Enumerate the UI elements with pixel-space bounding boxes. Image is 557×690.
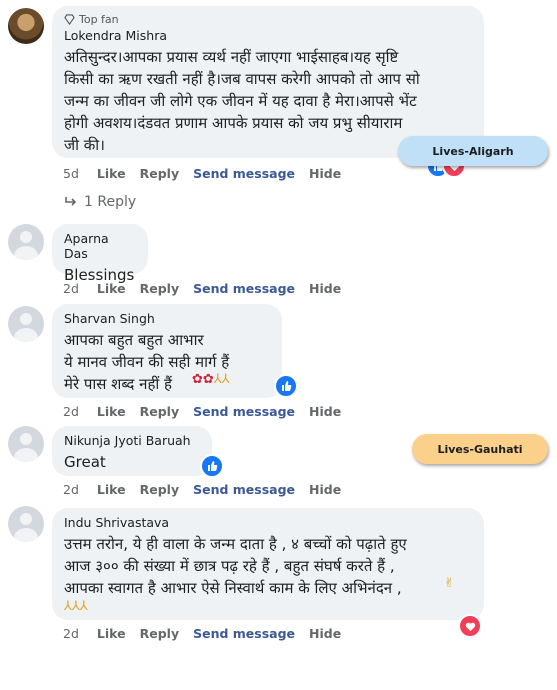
reply-link[interactable]: Reply: [140, 404, 179, 419]
avatar[interactable]: [8, 506, 44, 542]
comment-bubble: Aparna Das Blessings: [52, 224, 148, 284]
avatar[interactable]: [8, 224, 44, 260]
like-reaction-icon[interactable]: [274, 374, 298, 398]
comment-actions: 5d Like Reply Send message Hide: [63, 166, 355, 181]
hide-link[interactable]: Hide: [309, 482, 341, 497]
comment-actions: 2d Like Reply Send message Hide: [63, 626, 355, 641]
folded-hands-icon: ⅄: [79, 599, 88, 614]
avatar[interactable]: [8, 8, 44, 44]
like-link[interactable]: Like: [97, 482, 126, 497]
comment-author[interactable]: Lokendra Mishra: [64, 28, 472, 43]
send-message-link[interactable]: Send message: [193, 166, 295, 181]
like-link[interactable]: Like: [97, 626, 126, 641]
avatar[interactable]: [8, 426, 44, 462]
like-link[interactable]: Like: [97, 166, 126, 181]
comment-time[interactable]: 2d: [63, 281, 79, 296]
folded-hands-icon: ⅄: [213, 372, 222, 387]
diamond-icon: [64, 14, 75, 25]
comment-actions: 2d Like Reply Send message Hide: [63, 281, 355, 296]
location-callout: Lives-Aligarh: [398, 136, 548, 166]
folded-hands-icon: ⅄: [71, 599, 80, 614]
reply-link[interactable]: Reply: [140, 166, 179, 181]
comment-author[interactable]: Nikunja Jyoti Baruah: [64, 433, 200, 448]
like-link[interactable]: Like: [97, 281, 126, 296]
top-fan-badge: Top fan: [64, 13, 472, 26]
hide-link[interactable]: Hide: [309, 281, 341, 296]
like-link[interactable]: Like: [97, 404, 126, 419]
badge-label: Top fan: [79, 13, 119, 26]
comment-text: उत्तम तरोन, ये ही वाला के जन्म दाता है ,…: [64, 535, 407, 597]
rose-icon: ✿: [192, 372, 203, 387]
comment-time[interactable]: 2d: [63, 404, 79, 419]
emoji-reactions: ✿✿⅄⅄: [192, 372, 230, 387]
emoji-reactions: ⅄⅄⅄: [64, 596, 88, 615]
ok-hand-icon: ✌: [444, 576, 455, 591]
hide-link[interactable]: Hide: [309, 404, 341, 419]
location-callout: Lives-Gauhati: [412, 434, 548, 464]
send-message-link[interactable]: Send message: [193, 482, 295, 497]
avatar[interactable]: [8, 306, 44, 342]
hide-link[interactable]: Hide: [309, 166, 341, 181]
send-message-link[interactable]: Send message: [193, 404, 295, 419]
reply-link[interactable]: Reply: [140, 482, 179, 497]
comment-bubble: Sharvan Singh आपका बहुत बहुत आभार ये मान…: [52, 304, 282, 398]
comment-time[interactable]: 5d: [63, 166, 79, 181]
comment-text: Great: [64, 453, 106, 471]
send-message-link[interactable]: Send message: [193, 281, 295, 296]
comment-author[interactable]: Indu Shrivastava: [64, 515, 472, 530]
reply-arrow-icon: [65, 197, 77, 206]
comment-author[interactable]: Aparna Das: [64, 231, 136, 261]
reply-link[interactable]: Reply: [140, 626, 179, 641]
hide-link[interactable]: Hide: [309, 626, 341, 641]
folded-hands-icon: ⅄: [64, 599, 72, 614]
replies-count: 1 Reply: [84, 194, 137, 210]
send-message-link[interactable]: Send message: [193, 626, 295, 641]
callout-label: Lives-Gauhati: [437, 442, 523, 456]
folded-hands-icon: ⅄: [221, 372, 230, 387]
comment-actions: 2d Like Reply Send message Hide: [63, 404, 355, 419]
rose-icon: ✿: [202, 372, 214, 387]
love-reaction-icon[interactable]: [458, 614, 482, 638]
comment-bubble: Indu Shrivastava उत्तम तरोन, ये ही वाला …: [52, 508, 484, 620]
callout-label: Lives-Aligarh: [432, 144, 514, 158]
comment-actions: 2d Like Reply Send message Hide: [63, 482, 355, 497]
comment-time[interactable]: 2d: [63, 482, 79, 497]
like-reaction-icon[interactable]: [200, 454, 224, 478]
comment-author[interactable]: Sharvan Singh: [64, 311, 270, 326]
reply-link[interactable]: Reply: [140, 281, 179, 296]
comment-time[interactable]: 2d: [63, 626, 79, 641]
comment-bubble: Nikunja Jyoti Baruah Great: [52, 426, 212, 476]
view-replies-link[interactable]: 1 Reply: [64, 194, 136, 210]
